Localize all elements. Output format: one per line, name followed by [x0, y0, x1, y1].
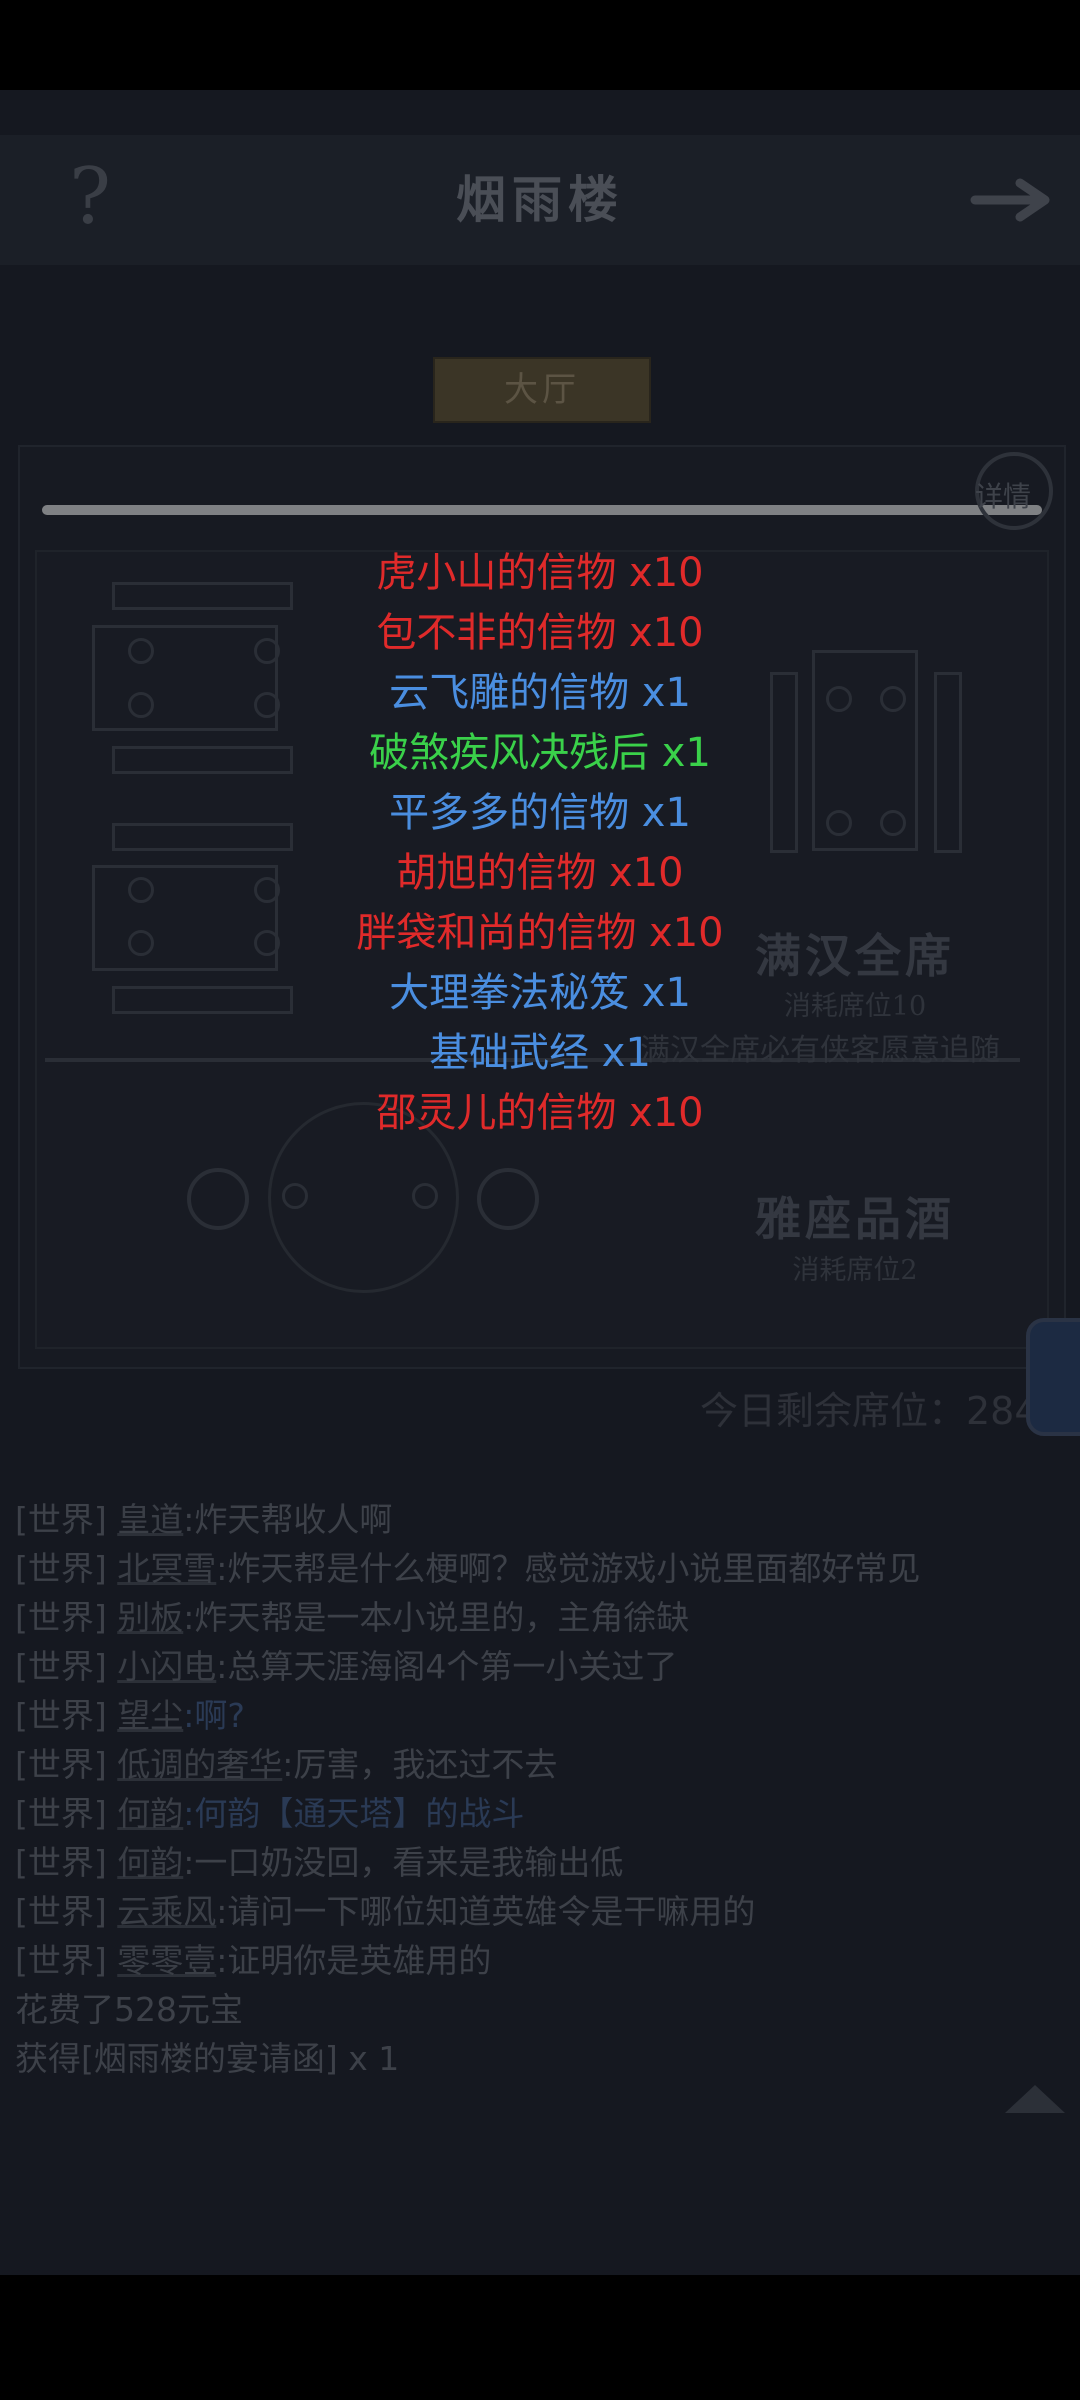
- chat-message: [世界] 皇道:炸天帮收人啊: [15, 1500, 393, 1539]
- detail-link[interactable]: 详情: [975, 475, 1055, 515]
- navigation-bar: [0, 2275, 1080, 2400]
- system-message: 获得[烟雨楼的宴请函] x 1: [15, 2039, 400, 2078]
- tab-hall[interactable]: 大厅: [433, 357, 651, 423]
- reward-item: 破煞疾风决残后 x1: [369, 730, 711, 776]
- stool: [187, 1168, 249, 1230]
- chat-message: [世界] 北冥雪:炸天帮是什么梗啊？感觉游戏小说里面都好常见: [15, 1549, 921, 1588]
- chat-user[interactable]: 北冥雪: [117, 1549, 216, 1588]
- reward-item: 胖袋和尚的信物 x10: [356, 910, 724, 956]
- reward-item: 胡旭的信物 x10: [396, 850, 684, 896]
- chat-message: [世界] 何韵:一口奶没回，看来是我输出低: [15, 1843, 624, 1882]
- help-icon[interactable]: ?: [60, 157, 120, 237]
- chat-user[interactable]: 小闪电: [117, 1647, 216, 1686]
- scroll-up-icon[interactable]: [1005, 2085, 1065, 2113]
- table-leg: [412, 1183, 438, 1209]
- header: ? 烟雨楼: [0, 135, 1080, 265]
- elegant-seat-title[interactable]: 雅座品酒: [740, 1183, 970, 1249]
- status-bar: [0, 0, 1080, 90]
- chat-user[interactable]: 别板: [117, 1598, 183, 1637]
- reward-item: 云飞雕的信物 x1: [389, 670, 691, 716]
- chat-message: [世界] 云乘风:请问一下哪位知道英雄令是干嘛用的: [15, 1892, 756, 1931]
- reward-item: 虎小山的信物 x10: [376, 550, 704, 596]
- chat-user[interactable]: 皇道: [117, 1500, 183, 1539]
- reward-item: 平多多的信物 x1: [389, 790, 691, 836]
- chat-user[interactable]: 何韵: [117, 1843, 183, 1882]
- reward-item: 邵灵儿的信物 x10: [376, 1090, 704, 1136]
- chat-user[interactable]: 零零壹: [117, 1941, 216, 1980]
- stool: [477, 1168, 539, 1230]
- system-message: 花费了528元宝: [15, 1990, 243, 2029]
- elegant-seat-cost: 消耗席位2: [792, 1255, 918, 1286]
- reward-item: 包不非的信物 x10: [376, 610, 704, 656]
- chat-message: [世界] 零零壹:证明你是英雄用的: [15, 1941, 492, 1980]
- reward-item: 大理拳法秘笈 x1: [389, 970, 691, 1016]
- reward-item: 基础武经 x1: [429, 1030, 651, 1076]
- divider: [42, 505, 1042, 515]
- arrow-right-icon[interactable]: [970, 175, 1060, 225]
- chat-user[interactable]: 云乘风: [117, 1892, 216, 1931]
- chat-message: [世界] 小闪电:总算天涯海阁4个第一小关过了: [15, 1647, 678, 1686]
- floating-menu-icon[interactable]: [1026, 1318, 1080, 1436]
- chat-user[interactable]: 低调的奢华: [117, 1745, 282, 1784]
- page-title: 烟雨楼: [456, 170, 624, 229]
- table-leg: [282, 1183, 308, 1209]
- chat-user[interactable]: 望尘: [117, 1696, 183, 1735]
- chat-message: [世界] 望尘:啊?: [15, 1696, 245, 1735]
- remaining-seats: 今日剩余席位：284: [700, 1389, 1039, 1433]
- chat-log[interactable]: [世界] 皇道:炸天帮收人啊 [世界] 北冥雪:炸天帮是什么梗啊？感觉游戏小说里…: [15, 1495, 1065, 2083]
- chat-message: [世界] 低调的奢华:厉害，我还过不去: [15, 1745, 558, 1784]
- chat-user[interactable]: 何韵: [117, 1794, 183, 1833]
- chat-message: [世界] 别板:炸天帮是一本小说里的，主角徐缺: [15, 1598, 690, 1637]
- chat-message: [世界] 何韵:何韵【通天塔】的战斗: [15, 1794, 525, 1833]
